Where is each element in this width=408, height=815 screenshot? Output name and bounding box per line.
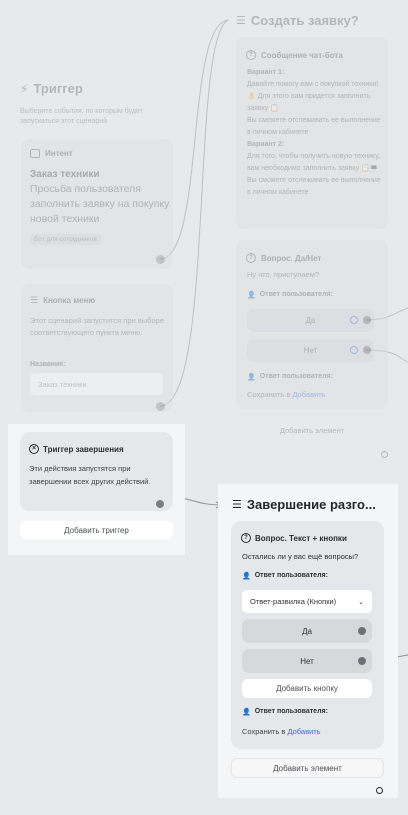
yes-output-dot[interactable] <box>363 316 371 324</box>
close-circle-icon: × <box>29 444 39 454</box>
resize-handle[interactable] <box>376 787 383 794</box>
intent-title: Заказ техники <box>30 169 100 180</box>
info-icon[interactable] <box>350 346 358 354</box>
completion-trigger-card[interactable]: × Триггер завершения Эти действия запуст… <box>20 432 173 511</box>
yes-button-option[interactable]: Да <box>242 619 372 643</box>
completion-trigger-panel: × Триггер завершения Эти действия запуст… <box>8 424 185 555</box>
variant2-text-b: Вы сможете отслеживать ее выполнение в л… <box>247 177 381 196</box>
yes-no-question: Ну что, приступаем? <box>247 270 320 279</box>
intent-output-dot[interactable] <box>156 255 165 264</box>
question-buttons-card[interactable]: ? Вопрос. Текст + кнопки Остались ли у в… <box>231 521 384 749</box>
chat-icon <box>30 149 40 158</box>
menu-button-card[interactable]: ☰ Кнопка меню Этот сценарий запустится п… <box>21 284 173 412</box>
bot-tag: Бот для сотрудников <box>30 234 101 245</box>
request-title: ☰ Создать заявку? <box>236 13 359 28</box>
user-icon: 👤 <box>242 709 251 716</box>
variant2-text-a: Для того, чтобы получить новую технику, … <box>247 153 380 172</box>
help-circle-icon: ? <box>246 50 256 60</box>
intent-body: Просьба пользователя заполнить заявку на… <box>30 183 170 225</box>
list-icon: ☰ <box>232 499 242 511</box>
add-button-button[interactable]: Добавить кнопку <box>242 679 372 698</box>
completion-title: ☰ Завершение разго... <box>232 497 376 512</box>
add-variable-link[interactable]: Добавить <box>287 727 320 736</box>
no-output-dot[interactable] <box>358 657 366 665</box>
help-circle-icon: ? <box>241 533 251 543</box>
user-icon: 👤 <box>242 573 251 580</box>
save-to-label: Сохранить в <box>242 727 286 736</box>
no-output-dot[interactable] <box>363 346 371 354</box>
yes-no-card[interactable]: ? Вопрос. Да/Нет Ну что, приступаем? 👤 О… <box>236 240 388 409</box>
list-icon: ☰ <box>30 295 39 305</box>
info-icon[interactable] <box>350 316 358 324</box>
list-icon: ☰ <box>236 15 246 27</box>
answer-type-select[interactable]: Ответ-развилка (Кнопки) ⌄ <box>242 590 372 613</box>
intent-card[interactable]: Интент Заказ техники Просьба пользовател… <box>21 139 173 269</box>
menu-name-input[interactable]: Заказ техники <box>30 373 163 395</box>
menu-body: Этот сценарий запустится при выборе соот… <box>30 316 164 337</box>
completion-trigger-body: Эти действия запустятся при завершении в… <box>29 464 151 486</box>
trigger-description: Выберите события, по которым будет запус… <box>20 108 143 125</box>
completion-question: Остались ли у вас ещё вопросы? <box>242 552 359 561</box>
trigger-title: ⚡ Триггер <box>20 81 83 96</box>
resize-handle[interactable] <box>381 451 388 458</box>
yes-output-dot[interactable] <box>358 627 366 635</box>
add-variable-link[interactable]: Добавить <box>292 390 325 399</box>
chevron-down-icon: ⌄ <box>358 598 364 606</box>
variant1-text-b: Вы сможете отслеживать ее выполнение в л… <box>247 117 381 136</box>
variant2-label: Вариант 2: <box>247 141 285 148</box>
add-element-button[interactable]: Добавить элемент <box>231 758 384 778</box>
user-icon: 👤 <box>247 292 256 299</box>
menu-output-dot[interactable] <box>156 402 165 411</box>
variant1-label: Вариант 1: <box>247 69 285 76</box>
lightning-icon: ⚡ <box>20 81 29 96</box>
save-to-label: Сохранить в <box>247 390 291 399</box>
no-button-option[interactable]: Нет <box>242 649 372 673</box>
variant1-text-a: Давайте помогу вам с покупкой техники! 👌… <box>247 81 379 112</box>
help-circle-icon: ? <box>246 253 256 263</box>
chat-message-card[interactable]: ? Сообщение чат-бота Вариант 1: Давайте … <box>236 37 388 229</box>
user-icon: 👤 <box>247 374 256 381</box>
completion-output-dot[interactable] <box>156 500 164 508</box>
completion-column: ☰ Завершение разго... ? Вопрос. Текст + … <box>218 484 398 798</box>
add-trigger-button[interactable]: Добавить триггер <box>20 521 173 539</box>
add-element-button[interactable]: Добавить элемент <box>236 426 388 435</box>
flow-canvas[interactable]: ⚡ Триггер Выберите события, по которым б… <box>0 0 408 815</box>
name-label: Название: <box>30 361 66 368</box>
